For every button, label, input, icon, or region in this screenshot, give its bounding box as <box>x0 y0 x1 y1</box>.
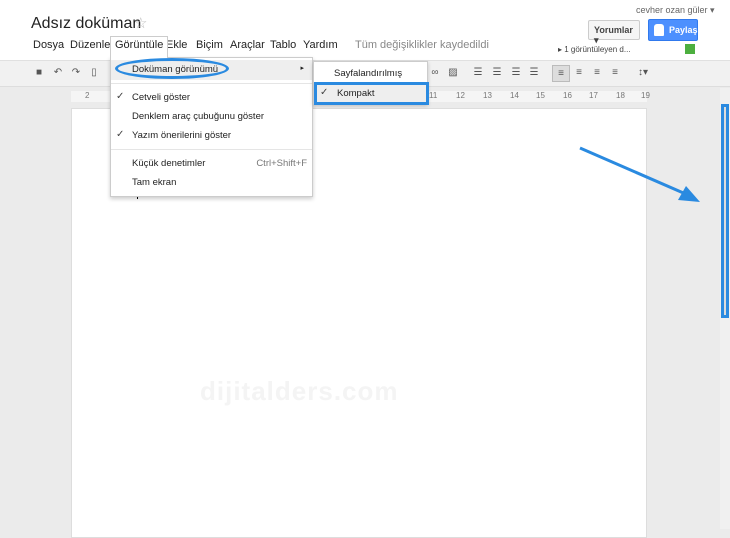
share-person-icon <box>654 24 664 36</box>
menu-item-compact-controls[interactable]: Küçük denetimler Ctrl+Shift+F <box>111 154 312 174</box>
menu-view[interactable]: Görüntüle <box>110 36 169 58</box>
menu-item-show-spelling-suggestions[interactable]: ✓ Yazım önerilerini göster <box>111 126 312 146</box>
increase-indent-icon[interactable]: ☰ <box>528 68 540 78</box>
ruler-number: 16 <box>563 91 572 100</box>
menu-item-full-screen[interactable]: Tam ekran <box>111 173 312 193</box>
bulleted-list-icon[interactable]: ☰ <box>491 68 503 78</box>
shortcut-label: Ctrl+Shift+F <box>256 158 307 169</box>
menu-item-label: Denklem araç çubuğunu göster <box>132 111 265 122</box>
ruler-number: 14 <box>510 91 519 100</box>
share-button[interactable]: Paylaş <box>648 19 698 41</box>
document-title[interactable]: Adsız doküman <box>31 15 141 33</box>
menu-item-label: Kompakt <box>337 88 375 99</box>
submenu-item-compact[interactable]: ✓ Kompakt <box>314 82 429 105</box>
submenu-item-paginated[interactable]: Sayfalandırılmış <box>334 68 402 79</box>
ruler-number: 15 <box>536 91 545 100</box>
document-view-submenu: Sayfalandırılmış ✓ Kompakt <box>313 61 429 105</box>
menu-item-label: Cetveli göster <box>132 92 191 103</box>
menu-insert[interactable]: Ekle <box>166 39 187 51</box>
checkmark-icon: ✓ <box>116 129 125 140</box>
star-icon[interactable]: ☆ <box>134 14 147 32</box>
print-icon[interactable]: ■ <box>33 68 45 78</box>
image-icon[interactable]: ▨ <box>447 68 459 78</box>
decrease-indent-icon[interactable]: ☰ <box>510 68 522 78</box>
ruler-number: 18 <box>616 91 625 100</box>
ruler-number: 11 <box>429 91 438 100</box>
ruler-number: 19 <box>641 91 650 100</box>
menu-item-show-equation-toolbar[interactable]: Denklem araç çubuğunu göster <box>111 107 312 127</box>
numbered-list-icon[interactable]: ☰ <box>472 68 484 78</box>
view-menu-dropdown: Doküman görünümü ▸ ✓ Cetveli göster Denkle… <box>110 57 313 197</box>
menu-format[interactable]: Biçim <box>196 39 223 51</box>
watermark: dijitalders.com <box>200 376 399 406</box>
menu-table[interactable]: Tablo <box>270 39 296 51</box>
menu-item-label: Yazım önerilerini göster <box>132 130 232 141</box>
collaborator-color-badge <box>685 44 695 54</box>
undo-icon[interactable]: ↶ <box>52 68 64 78</box>
align-center-icon[interactable]: ≡ <box>573 68 585 78</box>
menu-file[interactable]: Dosya <box>33 39 64 51</box>
menu-separator <box>111 149 312 150</box>
ruler-number: 13 <box>483 91 492 100</box>
link-icon[interactable]: ∞ <box>428 68 442 78</box>
scrollbar-thumb[interactable] <box>721 104 729 318</box>
checkmark-icon: ✓ <box>116 91 125 102</box>
arrow-head <box>678 186 700 202</box>
ruler-number: 2 <box>85 91 90 100</box>
share-label: Paylaş <box>669 25 698 35</box>
menu-help[interactable]: Yardım <box>303 39 338 51</box>
checkmark-icon: ✓ <box>320 87 329 98</box>
annotation-arrow <box>579 146 700 202</box>
menu-item-label: Tam ekran <box>132 177 177 188</box>
viewers-indicator[interactable]: ▸ 1 görüntüleyen d... <box>558 45 631 54</box>
ruler-number: 12 <box>456 91 465 100</box>
align-left-icon[interactable]: ≡ <box>552 65 570 82</box>
line-spacing-icon[interactable]: ↕▾ <box>633 68 653 78</box>
align-right-icon[interactable]: ≡ <box>591 68 603 78</box>
menu-separator <box>111 83 312 84</box>
comments-button[interactable]: Yorumlar ▾ <box>588 20 640 45</box>
annotation-oval <box>115 58 229 79</box>
paint-format-icon[interactable]: ▯ <box>88 68 100 78</box>
justify-icon[interactable]: ≡ <box>609 68 621 78</box>
menu-item-show-ruler[interactable]: ✓ Cetveli göster <box>111 88 312 108</box>
submenu-arrow-icon: ▸ <box>300 65 304 72</box>
user-account[interactable]: cevher ozan güler ▾ <box>636 5 715 16</box>
menu-item-label: Küçük denetimler <box>132 158 206 169</box>
save-status: Tüm değişiklikler kaydedildi <box>355 39 489 51</box>
redo-icon[interactable]: ↷ <box>70 68 82 78</box>
arrow-shaft <box>579 146 689 197</box>
menu-edit[interactable]: Düzenle <box>70 39 110 51</box>
menu-tools[interactable]: Araçlar <box>230 39 265 51</box>
ruler-number: 17 <box>589 91 598 100</box>
